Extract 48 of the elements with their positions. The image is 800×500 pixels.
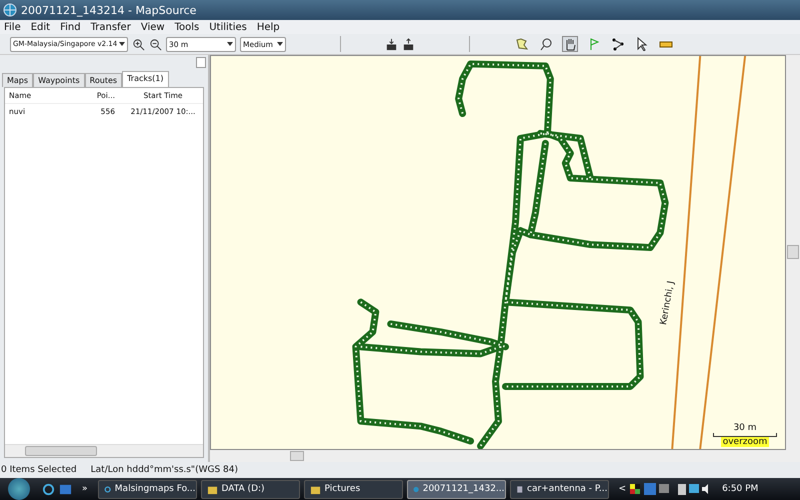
menu-item[interactable]: Transfer: [90, 22, 131, 32]
document-icon: [516, 484, 524, 494]
zoom-tool-icon[interactable]: [538, 36, 554, 52]
browser-icon: [104, 484, 111, 494]
taskbar-button[interactable]: Pictures: [304, 480, 403, 498]
menu-item[interactable]: View: [140, 22, 165, 32]
menu-item[interactable]: Help: [256, 22, 280, 32]
menu-item[interactable]: File: [4, 22, 21, 32]
taskbar-button[interactable]: Malsingmaps Fo...: [98, 480, 197, 498]
collapse-button[interactable]: [196, 57, 206, 68]
hand-tool-icon[interactable]: [562, 36, 578, 52]
tab[interactable]: Tracks(1): [122, 71, 168, 87]
tab[interactable]: Waypoints: [33, 73, 85, 87]
overzoom-label: overzoom: [720, 437, 770, 447]
taskbar-button[interactable]: DATA (D:): [200, 480, 300, 498]
caret-icon: [277, 42, 283, 46]
status-text: 0 Items Selected: [1, 465, 77, 475]
tab[interactable]: Maps: [2, 73, 34, 87]
overflow-button[interactable]: »: [82, 484, 88, 494]
tab[interactable]: Routes: [84, 73, 122, 87]
status-text: Lat/Lon hddd°mm'ss.s"(WGS 84): [90, 465, 238, 475]
caret-icon: [119, 42, 125, 46]
map-canvas[interactable]: Kerinchi, J 30 m overzoom: [210, 55, 786, 450]
clock: 6:50 PM: [722, 484, 758, 494]
menu-item[interactable]: Utilities: [209, 22, 247, 32]
road-label: Kerinchi, J: [659, 280, 677, 326]
route-tool-icon[interactable]: [610, 36, 626, 52]
horizontal-scrollbar[interactable]: [210, 450, 800, 462]
tray-arrow[interactable]: <: [618, 484, 626, 494]
vertical-scrollbar[interactable]: [786, 55, 800, 450]
scale-label: 30 m: [733, 423, 757, 433]
window-title: 20071121_143214 - MapSource: [21, 4, 196, 16]
zoom-in-icon[interactable]: [132, 38, 145, 50]
zoom-out-icon[interactable]: [149, 38, 162, 50]
caret-icon: [227, 42, 233, 46]
globe-icon: [3, 3, 17, 17]
map-tool-icon[interactable]: [514, 36, 530, 52]
send-icon[interactable]: [402, 38, 415, 50]
browser-icon[interactable]: [42, 482, 55, 496]
menu-item[interactable]: Edit: [30, 22, 50, 32]
taskbar-button[interactable]: 20071121_1432...: [406, 480, 506, 498]
menu-item[interactable]: Find: [60, 22, 81, 32]
menu-item[interactable]: Tools: [174, 22, 200, 32]
start-button[interactable]: [8, 478, 30, 500]
taskbar-button[interactable]: car+antenna - P...: [510, 480, 609, 498]
receive-icon[interactable]: [385, 38, 398, 50]
horizontal-scrollbar[interactable]: [5, 444, 203, 457]
desktop-icon[interactable]: [59, 482, 72, 496]
